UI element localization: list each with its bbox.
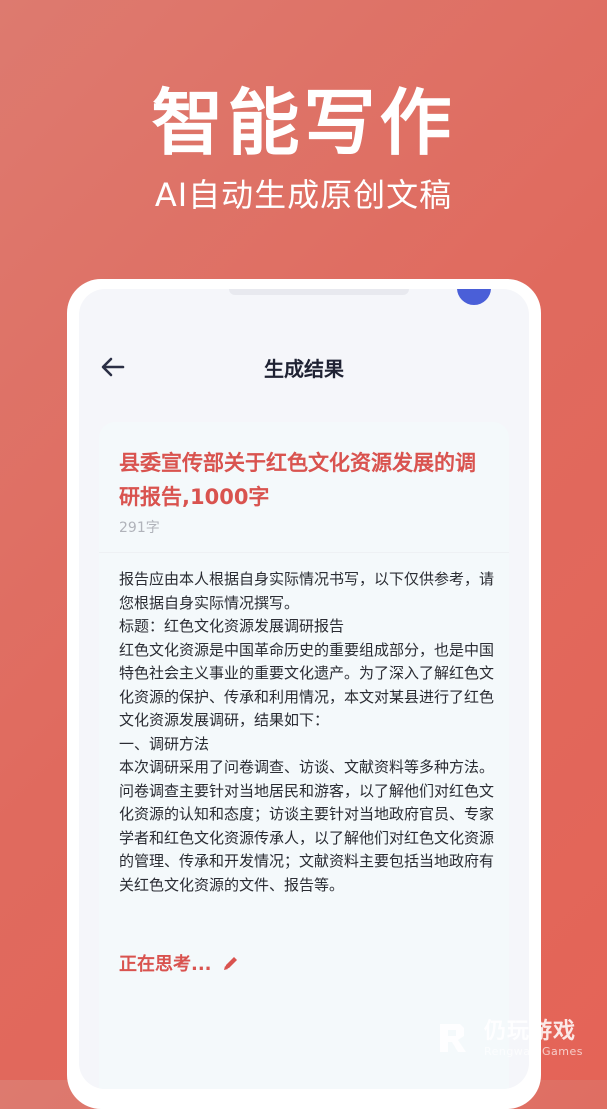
thinking-status: 正在思考... (119, 950, 240, 976)
hero-title: 智能写作 (151, 81, 456, 165)
watermark-en: Rengwan Games (483, 1045, 583, 1058)
word-count: 291字 (119, 520, 160, 536)
top-bar: 生成结果 (79, 341, 529, 391)
phone-screen: 生成结果 县委宣传部关于红色文化资源发展的调研报告,1000字 291字 报告应… (79, 289, 529, 1089)
thinking-label: 正在思考... (119, 954, 212, 975)
result-card: 县委宣传部关于红色文化资源发展的调研报告,1000字 291字 报告应由本人根据… (99, 422, 509, 1089)
pencil-icon (223, 957, 237, 970)
status-bar-pill (229, 289, 409, 295)
watermark-logo-icon (439, 1023, 466, 1052)
floating-dot (457, 289, 491, 305)
paragraph: 红色文化资源是中国革命历史的重要组成部分，也是中国特色社会主义事业的重要文化遗产… (119, 640, 495, 730)
paragraph: 报告应由本人根据自身实际情况书写，以下仅供参考，请您根据自身实际情况撰写。 (119, 570, 495, 612)
result-title: 县委宣传部关于红色文化资源发展的调研报告,1000字 (119, 451, 476, 509)
paragraph: 标题：红色文化资源发展调研报告 (119, 617, 345, 635)
divider (99, 552, 509, 553)
paragraph: 一、调研方法 (119, 734, 210, 753)
page-title: 生成结果 (264, 357, 344, 381)
paragraph: 本次调研采用了问卷调查、访谈、文献资料等多种方法。问卷调查主要针对当地居民和游客… (119, 758, 495, 894)
watermark: 仍玩游戏 Rengwan Games (434, 1013, 583, 1058)
hero-subtitle: AI自动生成原创文稿 (154, 176, 453, 214)
watermark-cn: 仍玩游戏 (483, 1019, 576, 1044)
result-body: 报告应由本人根据自身实际情况书写，以下仅供参考，请您根据自身实际情况撰写。 标题… (119, 568, 499, 897)
